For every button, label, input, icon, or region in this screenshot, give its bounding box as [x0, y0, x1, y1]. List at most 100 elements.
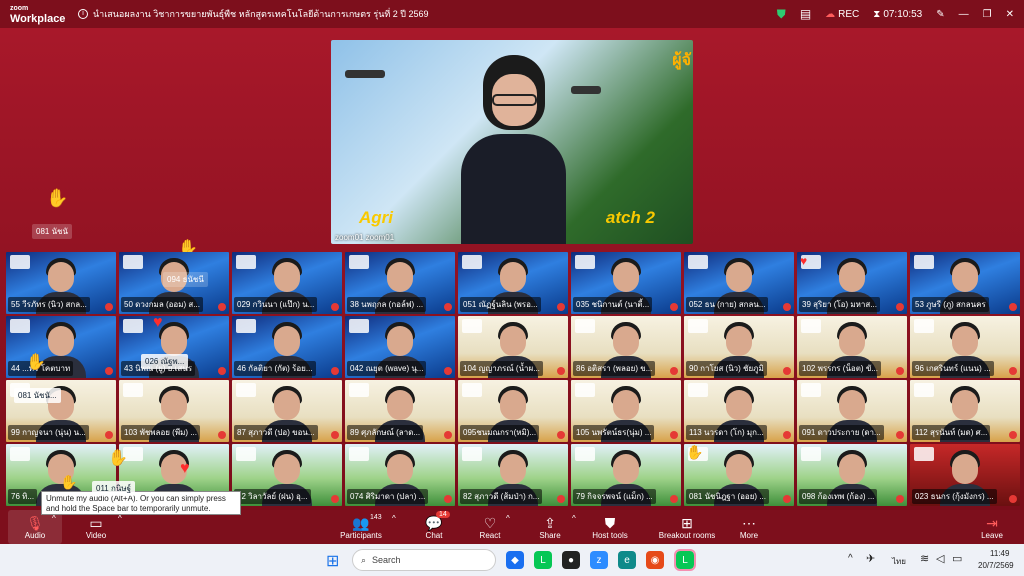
participant-tile[interactable]: 104 ญญาภรณ์ (น้ำผ...: [458, 316, 568, 378]
info-icon[interactable]: i: [78, 9, 88, 19]
language-indicator[interactable]: ไทย: [892, 555, 906, 568]
react-options-chevron[interactable]: ^: [506, 514, 510, 523]
battery-icon[interactable]: ▭: [952, 552, 962, 565]
zoom-icon[interactable]: z: [590, 551, 608, 569]
close-button[interactable]: ✕: [1006, 9, 1014, 20]
participant-tile[interactable]: 112 สุรนันท์ (มด) ศ...: [910, 380, 1020, 442]
video-options-chevron[interactable]: ^: [118, 514, 122, 523]
audio-options-chevron[interactable]: ^: [52, 514, 56, 523]
participant-name: 081 นัชนิฎฐา (ออย) ...: [686, 489, 769, 504]
banner-right-text: atch 2: [605, 208, 655, 227]
more-button[interactable]: ⋯ More: [732, 510, 766, 544]
app-name: Workplace: [10, 13, 66, 25]
cloud-record-icon: ☁: [825, 8, 836, 20]
taskbar-search[interactable]: ⌕ Search: [352, 549, 496, 571]
minimize-button[interactable]: —: [959, 9, 969, 20]
muted-mic-icon: [670, 303, 678, 311]
muted-mic-icon: [896, 495, 904, 503]
heart-icon: ♡: [483, 514, 497, 531]
windows-start-icon[interactable]: ⊞: [326, 551, 339, 571]
shield-icon[interactable]: ⛊: [777, 7, 786, 22]
participant-tile[interactable]: 074 ศิริมาดา (ปลา) ...: [345, 444, 455, 506]
participant-tile[interactable]: 113 นวรดา (โก) มุก...: [684, 380, 794, 442]
breakout-rooms-button[interactable]: ⊞ Breakout rooms: [654, 510, 720, 544]
muted-mic-icon: [105, 303, 113, 311]
participant-tile[interactable]: 90 กาโยส (นิว) ชัยภูมิ: [684, 316, 794, 378]
network-tray-icon[interactable]: ✈: [866, 552, 875, 565]
wifi-icon[interactable]: ≋: [920, 552, 929, 565]
participant-tile[interactable]: 53 ภูษรี (ภู) สกลนคร: [910, 252, 1020, 314]
participant-tile[interactable]: 55 วีรภัทร (นิว) สกล...: [6, 252, 116, 314]
zoom-logo: zoom Workplace: [0, 4, 78, 25]
clock-date[interactable]: 20/7/2569: [978, 561, 1014, 570]
participant-tile[interactable]: 095ชนมณกรา(หมิ)...: [458, 380, 568, 442]
app-icon[interactable]: ●: [562, 551, 580, 569]
notes-icon[interactable]: ▤: [800, 7, 811, 21]
participant-name: 46 กัลติยา (กัต) ร้อย...: [234, 361, 316, 376]
participant-tile[interactable]: 39 สุริยา (โอ) มหาส...: [797, 252, 907, 314]
share-button[interactable]: ⇪ Share: [530, 510, 570, 544]
participant-tile[interactable]: 023 ธนกร (กุ้งมังกร) ...: [910, 444, 1020, 506]
muted-mic-icon: [331, 303, 339, 311]
muted-mic-icon: [783, 303, 791, 311]
participant-name: 99 กาญจนา (นุ่น) น...: [8, 425, 89, 440]
edge-icon[interactable]: e: [618, 551, 636, 569]
tray-chevron-icon[interactable]: ^: [848, 553, 853, 564]
line-icon[interactable]: L: [534, 551, 552, 569]
participant-tile[interactable]: 46 กัลติยา (กัต) ร้อย...: [232, 316, 342, 378]
breakout-rooms-label: Breakout rooms: [658, 530, 716, 540]
raised-hand-icon: ✋: [60, 474, 78, 490]
host-tools-button[interactable]: ⛊ Host tools: [586, 510, 634, 544]
participant-face: [726, 454, 752, 484]
participant-tile[interactable]: 042 ณยุต (wave) นุ...: [345, 316, 455, 378]
participant-tile[interactable]: 103 พัชพลอย (พีม) ...: [119, 380, 229, 442]
clock-time[interactable]: 11:49: [990, 549, 1009, 558]
leave-button[interactable]: ⇥ Leave: [974, 510, 1010, 544]
muted-mic-icon: [783, 367, 791, 375]
participant-tile[interactable]: 79 กิจจรพจน์ (แม็ก) ...: [571, 444, 681, 506]
dropbox-icon[interactable]: ◆: [506, 551, 524, 569]
recording-indicator[interactable]: ☁ REC: [825, 9, 859, 20]
participant-tile[interactable]: 052 ธน (กาย) สกลน...: [684, 252, 794, 314]
participant-tile[interactable]: 102 พรรกร (น็อต) ขั...: [797, 316, 907, 378]
participant-tile[interactable]: 105 นพรัตน์ธร(นุ่ม) ...: [571, 380, 681, 442]
chrome-icon[interactable]: ◉: [646, 551, 664, 569]
video-button[interactable]: ▭ Video: [74, 510, 118, 544]
participant-face: [613, 262, 639, 292]
participant-tile[interactable]: 87 สุภาวดี (ปอ) ขอน...: [232, 380, 342, 442]
participant-tile[interactable]: 44 ...ทร โคตบาท: [6, 316, 116, 378]
participant-tile[interactable]: 035 ชนิกานต์ (นาตี้...: [571, 252, 681, 314]
participant-tile[interactable]: 029 กวินนา (แป๊ก) น...: [232, 252, 342, 314]
participant-tile[interactable]: 38 นพฤกล (กอล์ฟ) ...: [345, 252, 455, 314]
participant-tile[interactable]: 098 ก้องเทพ (ก้อง) ...: [797, 444, 907, 506]
course-logo: [236, 447, 256, 461]
muted-mic-icon: [670, 431, 678, 439]
meeting-info[interactable]: i นำเสนอผลงาน วิชาการขยายพันธุ์พืช หลักส…: [78, 7, 429, 21]
volume-icon[interactable]: ◁: [936, 552, 944, 565]
participant-face: [274, 390, 300, 420]
share-options-chevron[interactable]: ^: [572, 514, 576, 523]
participant-tile[interactable]: 82 สุภาวดี (ส้มป่า) ก...: [458, 444, 568, 506]
participant-face: [387, 390, 413, 420]
participant-tile[interactable]: 89 ศุภลักษณ์ (ลาด...: [345, 380, 455, 442]
participant-tile[interactable]: 051 ณัฏฐ์นลิน (พรอ...: [458, 252, 568, 314]
participant-tile[interactable]: 86 อติสรา (พลอย) ข...: [571, 316, 681, 378]
participants-options-chevron[interactable]: ^: [392, 514, 396, 523]
react-button[interactable]: ♡ React: [472, 510, 508, 544]
course-logo: [10, 319, 30, 333]
line-active-icon[interactable]: L: [674, 549, 696, 571]
pen-icon[interactable]: ✎: [936, 9, 944, 20]
participant-tile[interactable]: 96 เกศรินทร์ (แนน) ...: [910, 316, 1020, 378]
more-icon: ⋯: [742, 514, 756, 531]
course-logo: [123, 319, 143, 333]
active-speaker-video[interactable]: ผู้จั Agri atch 2 zoom01 zoom01: [331, 40, 693, 244]
participant-face: [500, 326, 526, 356]
search-icon: ⌕: [361, 554, 367, 565]
participant-face: [161, 326, 187, 356]
rec-label: REC: [838, 8, 860, 20]
restore-button[interactable]: ❐: [983, 9, 992, 20]
muted-mic-icon: [444, 495, 452, 503]
participant-tile[interactable]: 091 ดาวประกาย (ดา...: [797, 380, 907, 442]
raised-hand-icon: ✋: [686, 444, 704, 460]
participant-tile[interactable]: 72 วิลาวัลย์ (ฝน) อุ...: [232, 444, 342, 506]
